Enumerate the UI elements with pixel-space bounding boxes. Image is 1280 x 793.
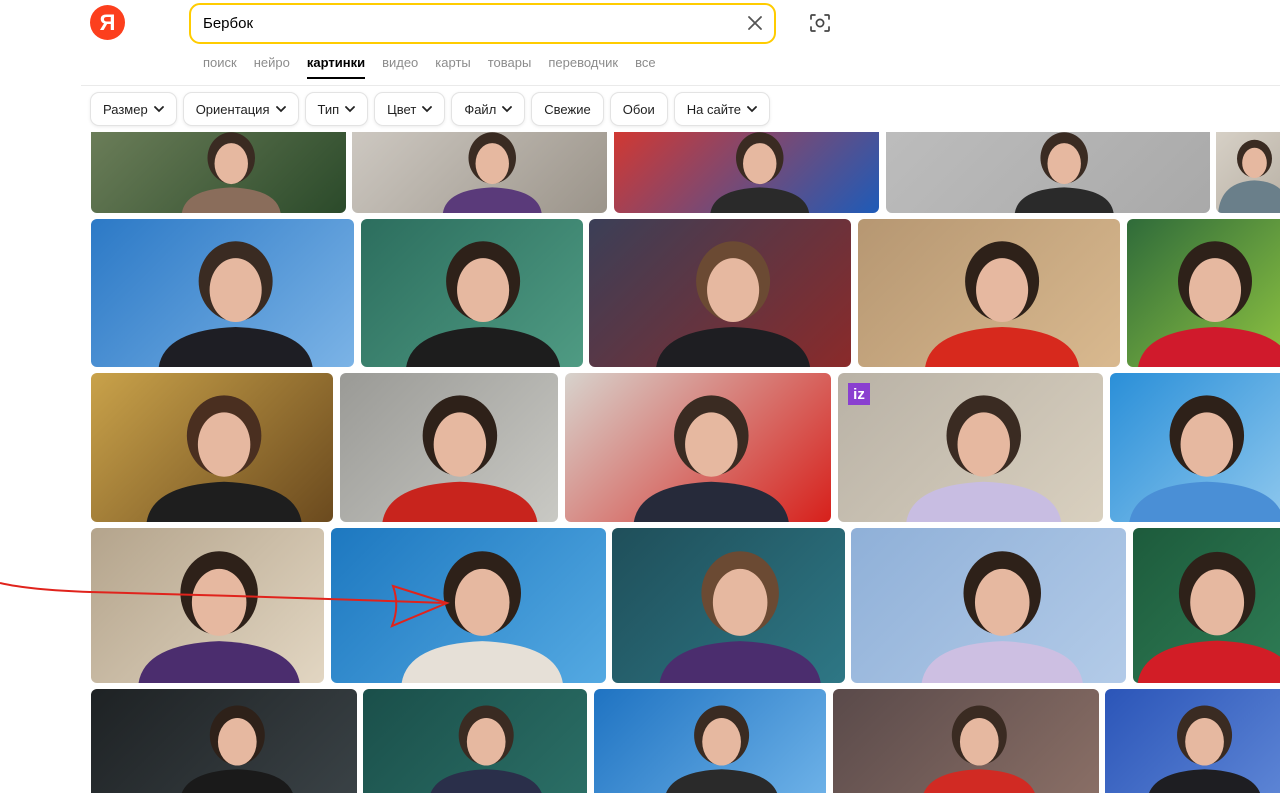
image-result-4[interactable]: [1216, 118, 1280, 213]
tab-1[interactable]: нейро: [254, 55, 290, 75]
tab-7[interactable]: все: [635, 55, 656, 75]
filter-button-7[interactable]: На сайте: [673, 92, 771, 126]
filter-label: Размер: [103, 101, 148, 117]
image-result-20[interactable]: [91, 689, 357, 793]
tab-0[interactable]: поиск: [203, 55, 237, 75]
filter-label: Свежие: [544, 101, 591, 117]
image-result-22[interactable]: [594, 689, 826, 793]
image-result-23[interactable]: [833, 689, 1099, 793]
filter-label: Обои: [622, 101, 655, 117]
tab-6[interactable]: переводчик: [548, 55, 618, 75]
image-result-14[interactable]: [1110, 373, 1280, 522]
image-result-19[interactable]: [1133, 528, 1280, 683]
yandex-logo-icon[interactable]: Я: [90, 5, 125, 40]
filter-label: Файл: [464, 101, 497, 117]
image-result-17[interactable]: [612, 528, 845, 683]
filter-button-1[interactable]: Ориентация: [182, 92, 299, 126]
image-result-1[interactable]: [352, 118, 607, 213]
filter-button-3[interactable]: Цвет: [374, 92, 446, 126]
filter-bar: Размер Ориентация Тип Цвет Файл Свежие Обои На …: [90, 92, 771, 128]
image-result-8[interactable]: [858, 219, 1120, 367]
filter-button-2[interactable]: Тип: [304, 92, 369, 126]
image-result-2[interactable]: [614, 118, 879, 213]
search-tabs: поиск нейро картинки видео карты товары перево…: [203, 55, 673, 79]
filter-label: На сайте: [686, 101, 742, 117]
close-icon[interactable]: [744, 12, 766, 34]
image-result-5[interactable]: [91, 219, 354, 367]
image-result-13[interactable]: iz: [838, 373, 1103, 522]
header: Я поиск нейро картинки видео карты товары пере…: [0, 0, 1280, 86]
tab-2[interactable]: картинки: [306, 55, 366, 79]
image-result-21[interactable]: [363, 689, 587, 793]
image-result-9[interactable]: [1127, 219, 1280, 367]
filter-label: Ориентация: [195, 101, 270, 117]
header-divider: [81, 85, 1280, 86]
source-badge: iz: [848, 383, 870, 405]
chevron-down-icon: [275, 105, 286, 113]
chevron-down-icon: [422, 105, 433, 113]
filter-button-5[interactable]: Свежие: [531, 92, 604, 126]
chevron-down-icon: [502, 105, 513, 113]
image-result-11[interactable]: [340, 373, 558, 522]
image-result-15[interactable]: [91, 528, 324, 683]
tab-4[interactable]: карты: [435, 55, 470, 75]
chevron-down-icon: [153, 105, 164, 113]
camera-search-icon[interactable]: [807, 11, 833, 35]
image-result-6[interactable]: [361, 219, 583, 367]
image-result-3[interactable]: [886, 118, 1210, 213]
chevron-down-icon: [345, 105, 356, 113]
filter-button-0[interactable]: Размер: [90, 92, 177, 126]
tab-5[interactable]: товары: [488, 55, 532, 75]
image-result-0[interactable]: [91, 118, 346, 213]
image-result-18[interactable]: [851, 528, 1126, 683]
image-result-16[interactable]: [331, 528, 606, 683]
tab-3[interactable]: видео: [382, 55, 418, 75]
image-result-12[interactable]: [565, 373, 831, 522]
image-result-24[interactable]: [1105, 689, 1280, 793]
search-input[interactable]: [203, 10, 723, 36]
filter-button-4[interactable]: Файл: [451, 92, 526, 126]
image-result-7[interactable]: [589, 219, 851, 367]
image-result-10[interactable]: [91, 373, 333, 522]
chevron-down-icon: [747, 105, 757, 113]
filter-button-6[interactable]: Обои: [609, 92, 668, 126]
filter-label: Цвет: [387, 101, 417, 117]
filter-label: Тип: [317, 101, 340, 117]
search-box: [189, 3, 776, 44]
